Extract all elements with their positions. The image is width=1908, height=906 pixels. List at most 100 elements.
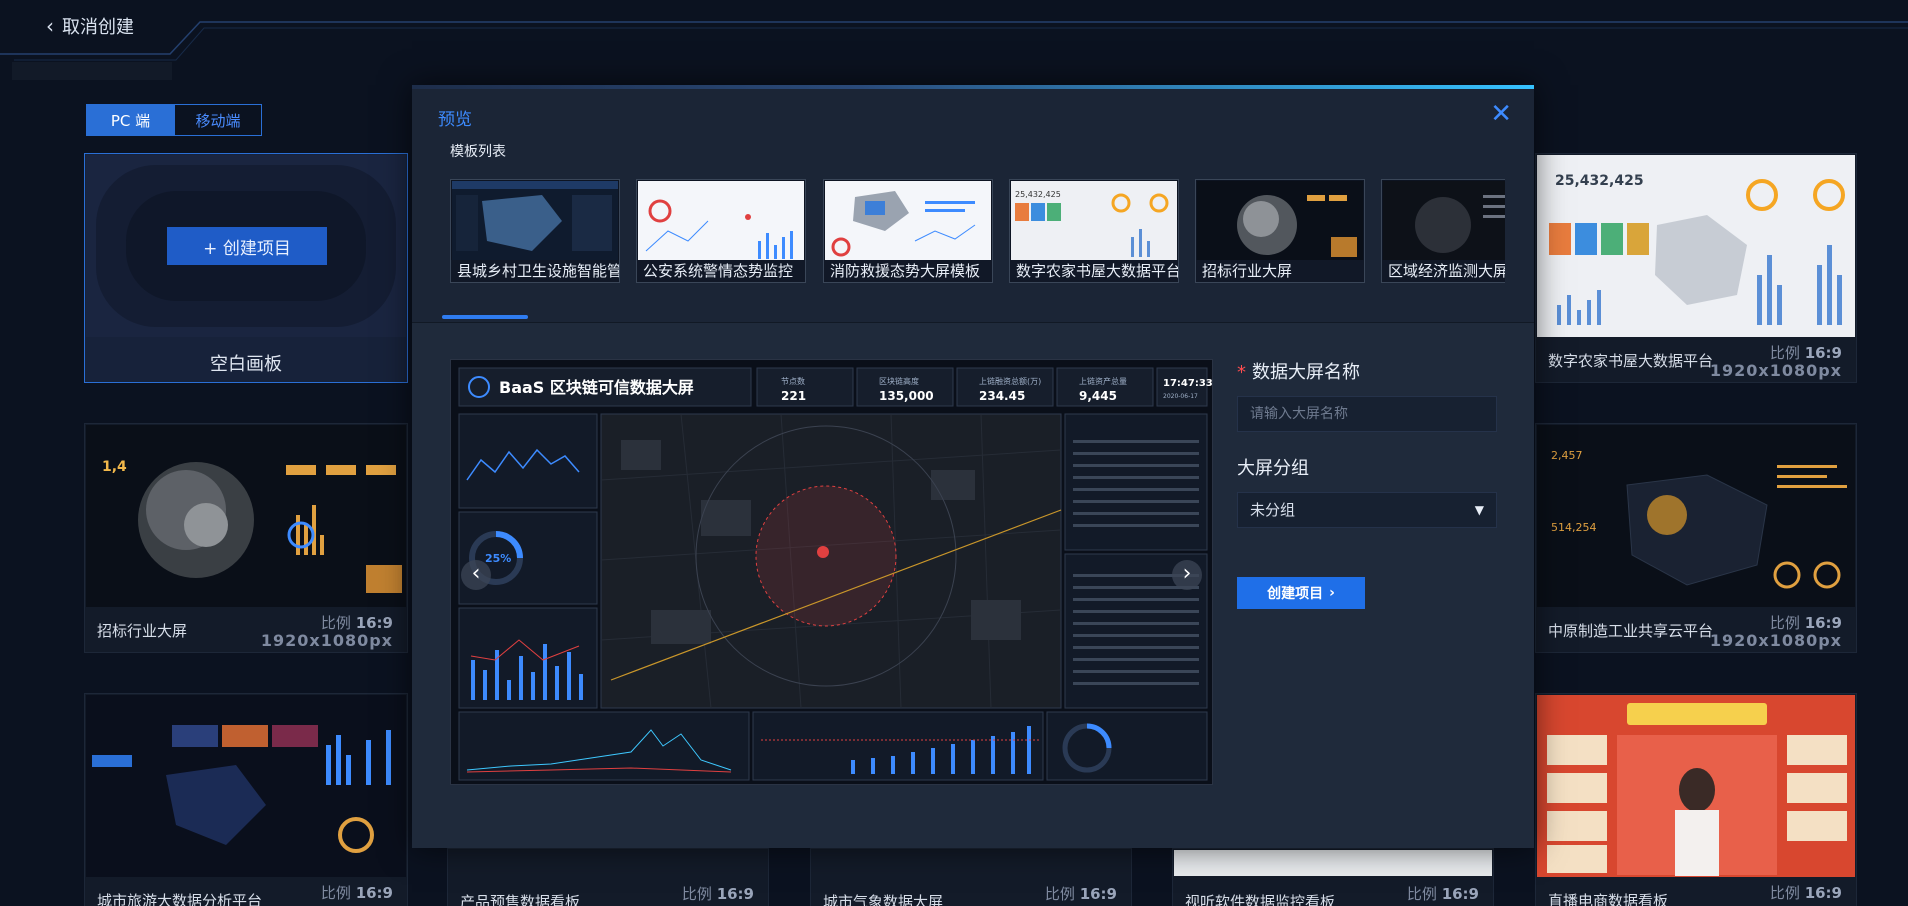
template-card[interactable]: 2,457 514,254 中原制造工业共享云平台 比例 16:9 1920x1… <box>1535 423 1857 653</box>
modal-title: 预览 <box>438 110 472 130</box>
svg-text:135,000: 135,000 <box>879 389 934 403</box>
tab-mobile[interactable]: 移动端 <box>174 105 261 135</box>
template-thumb-4[interactable]: 招标行业大屏 <box>1195 179 1365 283</box>
svg-text:上链融资总额(万): 上链融资总额(万) <box>979 376 1041 386</box>
blank-canvas-stage: + 创建项目 <box>86 155 406 337</box>
modal-top-accent <box>412 85 1534 89</box>
card-ratio: 比例 16:9 <box>1770 612 1842 633</box>
card-ratio: 比例 16:9 <box>682 883 754 904</box>
template-preview <box>452 181 618 261</box>
svg-text:25,432,425: 25,432,425 <box>1555 173 1644 189</box>
create-form: * 数据大屏名称 请输入大屏名称 大屏分组 未分组 ▼ <box>1237 358 1497 528</box>
card-thumbnail <box>86 695 406 877</box>
ratio-prefix: 比例 <box>1406 885 1437 903</box>
ratio-value: 16:9 <box>1079 885 1117 903</box>
card-name: 视听软件数据监控看板 <box>1185 893 1336 906</box>
template-name: 招标行业大屏 <box>1196 260 1364 282</box>
template-strip-scrollbar[interactable] <box>442 315 528 319</box>
card-name: 招标行业大屏 <box>97 622 188 640</box>
svg-text:上链资产总量: 上链资产总量 <box>1079 376 1127 386</box>
group-select-value: 未分组 <box>1250 501 1296 519</box>
template-card[interactable]: 产品预售数据看板 比例 16:9 <box>447 848 769 906</box>
card-size: 1920x1080px <box>260 631 393 650</box>
chevron-right-icon[interactable]: › <box>1172 560 1202 590</box>
template-card[interactable]: 视听软件数据监控看板 比例 16:9 <box>1172 848 1494 906</box>
chevron-left-icon[interactable]: ‹ <box>461 560 491 590</box>
card-ratio: 比例 16:9 <box>1045 883 1117 904</box>
template-preview: 25,432,425 <box>1011 181 1177 261</box>
svg-text:9,445: 9,445 <box>1079 389 1117 403</box>
template-name: 消防救援态势大屏模板 <box>824 260 992 282</box>
template-card[interactable]: 城市气象数据大屏 比例 16:9 <box>810 848 1132 906</box>
card-thumbnail <box>1174 850 1492 876</box>
card-thumbnail <box>1537 695 1855 877</box>
card-ratio: 比例 16:9 <box>1407 883 1479 904</box>
tab-pc[interactable]: PC 端 <box>87 105 174 135</box>
template-thumb-2[interactable]: 消防救援态势大屏模板 <box>823 179 993 283</box>
template-card[interactable]: 直播电商数据看板 比例 16:9 <box>1535 693 1857 906</box>
screen-name-input[interactable]: 请输入大屏名称 <box>1237 396 1497 432</box>
template-thumb-5[interactable]: 区域经济监测大屏 <box>1381 179 1505 283</box>
template-preview-large: BaaS 区块链可信数据大屏 节点数 221 区块链高度 135,000 上链融… <box>450 359 1213 785</box>
svg-text:514,254: 514,254 <box>1551 521 1597 534</box>
svg-text:2020-06-17: 2020-06-17 <box>1163 393 1198 400</box>
template-name: 公安系统警情态势监控 <box>637 260 805 282</box>
ratio-prefix: 比例 <box>1769 614 1800 632</box>
card-size: 1920x1080px <box>1709 361 1842 380</box>
svg-text:17:47:33: 17:47:33 <box>1163 378 1213 389</box>
svg-text:25%: 25% <box>485 552 511 565</box>
card-thumbnail: 25,432,425 <box>1537 155 1855 337</box>
ratio-value: 16:9 <box>355 614 393 632</box>
template-name: 县城乡村卫生设施智能管 <box>451 260 619 282</box>
cancel-create-label: 取消创建 <box>62 17 134 38</box>
card-name: 城市气象数据大屏 <box>823 893 944 906</box>
close-icon[interactable]: ✕ <box>1490 101 1512 127</box>
submit-label: 创建项目 <box>1267 586 1324 602</box>
chevron-left-icon: ‹ <box>46 14 54 38</box>
device-toggle: PC 端 移动端 <box>86 104 262 136</box>
group-select[interactable]: 未分组 ▼ <box>1237 492 1497 528</box>
card-ratio: 比例 16:9 <box>1770 342 1842 363</box>
template-card[interactable]: 25,432,425 数字农家书屋大数据平台 比例 16:9 1920x1080… <box>1535 153 1857 383</box>
name-label-text: 数据大屏名称 <box>1252 362 1360 383</box>
card-name: 中原制造工业共享云平台 <box>1548 622 1714 640</box>
ratio-value: 16:9 <box>1804 344 1842 362</box>
template-strip: 县城乡村卫生设施智能管 公安系统警情态势监控 消防救援态势大屏模板 25,432… <box>450 179 1505 285</box>
card-ratio: 比例 16:9 <box>321 882 393 903</box>
blank-canvas-card[interactable]: + 创建项目 空白画板 <box>84 153 408 383</box>
svg-text:区块链高度: 区块链高度 <box>879 376 919 386</box>
card-thumbnail: 2,457 514,254 <box>1537 425 1855 607</box>
template-preview <box>638 181 804 261</box>
ratio-prefix: 比例 <box>320 884 351 902</box>
required-mark: * <box>1237 362 1246 383</box>
template-preview <box>1383 181 1505 261</box>
ratio-value: 16:9 <box>355 884 393 902</box>
ratio-value: 16:9 <box>716 885 754 903</box>
chevron-down-icon: ▼ <box>1474 503 1484 517</box>
template-thumb-0[interactable]: 县城乡村卫生设施智能管 <box>450 179 620 283</box>
ratio-prefix: 比例 <box>1769 344 1800 362</box>
template-preview <box>1197 181 1363 261</box>
preview-dashboard-title: BaaS 区块链可信数据大屏 <box>499 378 694 397</box>
card-name: 直播电商数据看板 <box>1548 892 1669 906</box>
card-thumbnail: 1,4 <box>86 425 406 607</box>
template-preview <box>825 181 991 261</box>
create-project-submit-button[interactable]: 创建项目 › <box>1237 577 1365 609</box>
template-card[interactable]: 城市旅游大数据分析平台 比例 16:9 <box>84 693 408 906</box>
blank-canvas-label: 空白画板 <box>210 354 282 375</box>
svg-text:25,432,425: 25,432,425 <box>1015 190 1061 199</box>
card-ratio: 比例 16:9 <box>321 612 393 633</box>
card-ratio: 比例 16:9 <box>1770 882 1842 903</box>
template-thumb-1[interactable]: 公安系统警情态势监控 <box>636 179 806 283</box>
ratio-value: 16:9 <box>1804 884 1842 902</box>
top-bar: ‹ 取消创建 <box>0 0 1908 80</box>
svg-text:221: 221 <box>781 389 806 403</box>
template-card[interactable]: 1,4 招标行业大屏 比例 16:9 1920x1080px <box>84 423 408 653</box>
create-project-button[interactable]: + 创建项目 <box>167 227 327 265</box>
cancel-create-button[interactable]: ‹ 取消创建 <box>46 12 134 40</box>
dashboard-preview-image: BaaS 区块链可信数据大屏 节点数 221 区块链高度 135,000 上链融… <box>451 360 1213 784</box>
template-thumb-3[interactable]: 25,432,425 数字农家书屋大数据平台 <box>1009 179 1179 283</box>
template-name: 数字农家书屋大数据平台 <box>1010 260 1178 282</box>
ratio-prefix: 比例 <box>1769 884 1800 902</box>
card-name: 数字农家书屋大数据平台 <box>1548 352 1714 370</box>
